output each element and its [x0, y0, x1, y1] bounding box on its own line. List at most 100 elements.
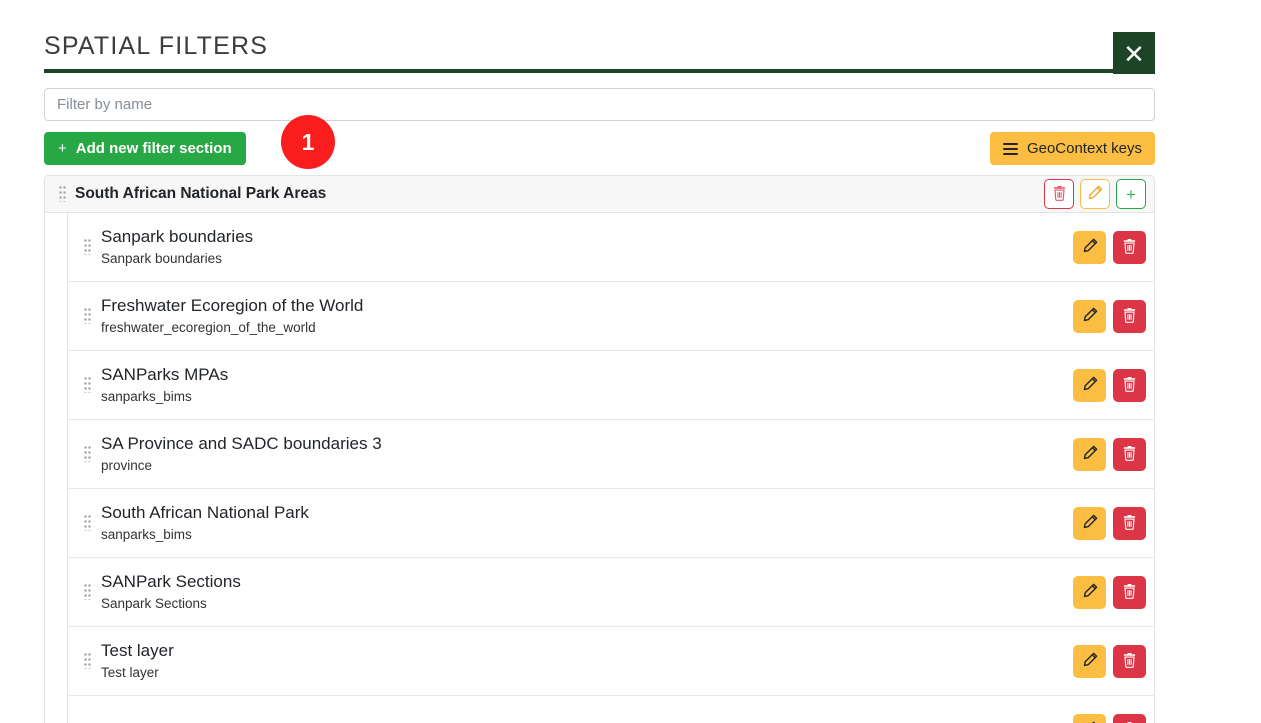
- layer-edit-button[interactable]: [1073, 299, 1106, 333]
- pencil-icon: [1082, 652, 1098, 671]
- layer-edit-button[interactable]: [1073, 437, 1106, 471]
- layer-key: Sanpark boundaries: [101, 251, 222, 266]
- layer-delete-button[interactable]: [1113, 575, 1146, 609]
- pencil-icon: [1082, 514, 1098, 533]
- trash-icon: [1122, 514, 1137, 533]
- table-row[interactable]: EPI 2010: Agriculture: [67, 696, 1154, 723]
- table-row[interactable]: SANPark Sections Sanpark Sections: [67, 558, 1154, 627]
- pencil-icon: [1082, 445, 1098, 464]
- layer-name: South African National Park: [101, 503, 309, 522]
- table-row[interactable]: Sanpark boundaries Sanpark boundaries: [67, 213, 1154, 282]
- layer-name: Freshwater Ecoregion of the World: [101, 296, 364, 315]
- plus-icon: +: [58, 140, 67, 157]
- drag-handle-icon[interactable]: [84, 584, 91, 600]
- row-actions: [1073, 299, 1146, 333]
- layer-name: Sanpark boundaries: [101, 227, 254, 246]
- layer-key: sanparks_bims: [101, 389, 192, 404]
- search-input[interactable]: [44, 88, 1155, 121]
- trash-icon: [1122, 445, 1137, 464]
- filter-section-header[interactable]: South African National Park Areas +: [44, 175, 1155, 213]
- status-badge-count: 1: [301, 128, 315, 155]
- layer-edit-button[interactable]: [1073, 368, 1106, 402]
- drag-handle-icon[interactable]: [84, 515, 91, 531]
- page-title: SPATIAL FILTERS: [44, 32, 269, 60]
- row-actions: [1073, 437, 1146, 471]
- drag-handle-icon[interactable]: [59, 186, 66, 202]
- trash-icon: [1122, 307, 1137, 326]
- panel-header: SPATIAL FILTERS: [44, 30, 1155, 73]
- table-row[interactable]: SA Province and SADC boundaries 3 provin…: [67, 420, 1154, 489]
- row-actions: [1073, 230, 1146, 264]
- trash-icon: [1122, 376, 1137, 395]
- row-actions: [1073, 644, 1146, 678]
- filter-sections-scroll-area[interactable]: South African National Park Areas + Sanp…: [44, 175, 1155, 723]
- add-new-filter-section-button[interactable]: + Add new filter section: [44, 132, 246, 165]
- geocontext-keys-label: GeoContext keys: [1026, 140, 1142, 157]
- row-actions: [1073, 506, 1146, 540]
- table-row[interactable]: Freshwater Ecoregion of the World freshw…: [67, 282, 1154, 351]
- drag-handle-icon[interactable]: [84, 653, 91, 669]
- layer-key: Test layer: [101, 665, 159, 680]
- layer-edit-button[interactable]: [1073, 575, 1106, 609]
- trash-icon: [1122, 652, 1137, 671]
- spatial-filters-panel: SPATIAL FILTERS + Add new filter section…: [0, 0, 1261, 723]
- drag-handle-icon[interactable]: [84, 377, 91, 393]
- section-add-button[interactable]: +: [1116, 179, 1146, 209]
- layer-delete-button[interactable]: [1113, 437, 1146, 471]
- layer-key: province: [101, 458, 153, 473]
- layer-name: Test layer: [101, 641, 174, 660]
- plus-icon: +: [1126, 184, 1136, 204]
- layer-info: SANParks MPAs sanparks_bims: [101, 364, 228, 406]
- hamburger-menu-icon: [1002, 142, 1018, 155]
- layer-delete-button[interactable]: [1113, 644, 1146, 678]
- drag-handle-icon[interactable]: [84, 308, 91, 324]
- layer-info: Sanpark boundaries Sanpark boundaries: [101, 226, 253, 268]
- status-badge: 1: [281, 115, 335, 169]
- table-row[interactable]: South African National Park sanparks_bim…: [67, 489, 1154, 558]
- layer-info: South African National Park sanparks_bim…: [101, 502, 309, 544]
- layer-name: SANParks MPAs: [101, 365, 229, 384]
- row-actions: [1073, 368, 1146, 402]
- layer-key: sanparks_bims: [101, 527, 192, 542]
- section-edit-button[interactable]: [1080, 179, 1110, 209]
- layer-list: Sanpark boundaries Sanpark boundaries Fr…: [44, 213, 1155, 723]
- row-actions: [1073, 714, 1146, 723]
- trash-icon: [1122, 583, 1137, 602]
- trash-icon: [1122, 238, 1137, 257]
- layer-edit-button[interactable]: [1073, 230, 1106, 264]
- toolbar: + Add new filter section 1 GeoContext ke…: [44, 115, 1155, 169]
- layer-delete-button[interactable]: [1113, 506, 1146, 540]
- layer-name: EPI 2010: Agriculture: [101, 719, 261, 723]
- filter-section-actions: +: [1044, 179, 1146, 209]
- layer-info: EPI 2010: Agriculture: [101, 719, 261, 723]
- layer-edit-button[interactable]: [1073, 644, 1106, 678]
- filter-section-title: South African National Park Areas: [75, 185, 327, 202]
- drag-handle-icon[interactable]: [84, 446, 91, 462]
- layer-key: Sanpark Sections: [101, 596, 207, 611]
- layer-name: SA Province and SADC boundaries 3: [101, 434, 382, 453]
- layer-edit-button[interactable]: [1073, 506, 1106, 540]
- layer-edit-button[interactable]: [1073, 714, 1106, 723]
- pencil-icon: [1087, 185, 1103, 204]
- close-button[interactable]: [1113, 32, 1155, 74]
- layer-key: freshwater_ecoregion_of_the_world: [101, 320, 316, 335]
- pencil-icon: [1082, 583, 1098, 602]
- table-row[interactable]: Test layer Test layer: [67, 627, 1154, 696]
- add-new-filter-section-label: Add new filter section: [75, 140, 232, 157]
- layer-delete-button[interactable]: [1113, 299, 1146, 333]
- section-delete-button[interactable]: [1044, 179, 1074, 209]
- close-x-icon: [1124, 43, 1144, 63]
- pencil-icon: [1082, 238, 1098, 257]
- table-row[interactable]: SANParks MPAs sanparks_bims: [67, 351, 1154, 420]
- layer-name: SANPark Sections: [101, 572, 241, 591]
- layer-delete-button[interactable]: [1113, 714, 1146, 723]
- layer-info: Freshwater Ecoregion of the World freshw…: [101, 295, 363, 337]
- layer-info: Test layer Test layer: [101, 640, 174, 682]
- drag-handle-icon[interactable]: [84, 239, 91, 255]
- row-actions: [1073, 575, 1146, 609]
- layer-delete-button[interactable]: [1113, 230, 1146, 264]
- layer-delete-button[interactable]: [1113, 368, 1146, 402]
- geocontext-keys-button[interactable]: GeoContext keys: [989, 132, 1155, 165]
- trash-icon: [1052, 185, 1067, 204]
- pencil-icon: [1082, 307, 1098, 326]
